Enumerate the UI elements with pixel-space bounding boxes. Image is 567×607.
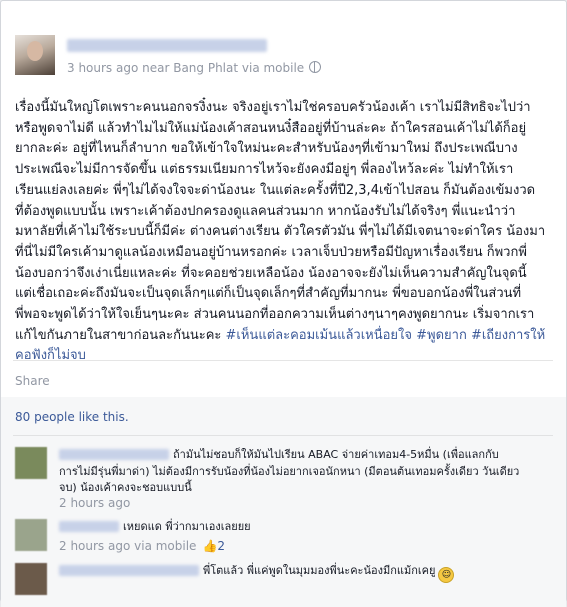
post-line-with-hashtags: แก้ไขกันภายในสาขาก่อนละกันนะคะ #เห็นแต่ล… [15, 326, 555, 347]
comment-body: พี่โตแล้ว พี่แค่พูดในมุมมองพี่นะคะน้องมี… [59, 563, 539, 583]
commenter-avatar[interactable] [15, 519, 47, 551]
post-line: ที่นี่ไม่มีใครเค้ามาดูแลน้องเหมือนอยู่บ้… [15, 244, 527, 260]
post-line: หรือพูดจาไม่ดี แล้วทำไมไม่ให้แม่น้องเค้า… [15, 120, 527, 136]
post-line: ประเพณีจะไม่มีการจัดขึ้น แต่ธรรมเนียมการ… [15, 162, 514, 178]
comment-timestamp[interactable]: 2 hours ago via mobile [59, 539, 196, 553]
post-meta: 3 hours ago near Bang Phlat via mobile [67, 61, 322, 75]
post-line: แก้ไขกันภายในสาขาก่อนละกันนะคะ [15, 327, 226, 343]
commenter-avatar[interactable] [15, 447, 47, 479]
commenter-name-blurred[interactable] [59, 449, 169, 460]
post-line: เรื่องนี้มันใหญ่โตเพราะคนนอกจรงิ๋งนะ จริ… [15, 100, 531, 115]
comment-line: ถ้ามันไม่ชอบก็ให้มันไปเรียน ABAC จ่ายค่า… [59, 447, 539, 464]
post-card: 3 hours ago near Bang Phlat via mobile เ… [0, 0, 567, 607]
author-avatar[interactable] [15, 35, 55, 75]
comment-text: ถ้ามันไม่ชอบก็ให้มันไปเรียน ABAC จ่ายค่า… [173, 448, 499, 461]
hashtag-links[interactable]: #เห็นแต่ละคอมเม้นแล้วเหนื่อยใจ #พูดยาก #… [226, 328, 546, 343]
thumbs-up-icon[interactable]: 👍 [202, 539, 217, 553]
ufi-section: 80 people like this. ถ้ามันไม่ชอบก็ให้มั… [1, 397, 566, 607]
commenter-avatar[interactable] [15, 563, 47, 595]
post-line: เรียนแย่ลงเลยค่ะ พี่ๆไม่ได้จงใจจะด่าน้อง… [15, 182, 536, 198]
comment-body: ถ้ามันไม่ชอบก็ให้มันไปเรียน ABAC จ่ายค่า… [59, 447, 539, 497]
comment-like-count[interactable]: 2 [217, 539, 225, 553]
author-name-blurred[interactable] [67, 39, 267, 52]
comment-meta[interactable]: 2 hours ago [59, 496, 130, 510]
divider [13, 435, 553, 436]
post-line: แต่เชื่อเถอะค่ะถึงมันจะเป็นจุดเล็กๆแต่ก็… [15, 286, 522, 302]
globe-icon[interactable] [309, 61, 322, 73]
post-line: มหาลัยที่เค้าไม่ใช้ระบบนี้ก็มีค่ะ ต่างคน… [15, 224, 546, 240]
post-line: พี่พอจะพูดได้ว่าให้ใจเย็นๆนะคะ ส่วนคนนอก… [15, 307, 535, 323]
post-line: น้องบอกว่าจึงเง่าเนี่ยแหละค่ะ ที่จะคอยช่… [15, 265, 527, 281]
smiley-icon: ☺ [438, 567, 455, 583]
divider [13, 360, 553, 361]
comment-text: เหยดแด พี่ว่ากมาเองเลยยย [123, 520, 251, 533]
likes-link[interactable]: 80 people like this. [15, 410, 129, 424]
comment-line: การไม่มีรุ่นพี่มาด่า) ไม่ต้องมีการรับน้อ… [59, 464, 520, 478]
comment-body: เหยดแด พี่ว่ากมาเองเลยยย [59, 519, 539, 536]
comment-line: จบ) น้องเค้าคงจะชอบแบบนี้ [59, 481, 192, 494]
share-button[interactable]: Share [15, 374, 50, 388]
commenter-name-blurred[interactable] [59, 521, 119, 532]
commenter-name-blurred[interactable] [59, 565, 199, 576]
comment-meta: 2 hours ago via mobile 👍2 [59, 539, 225, 553]
comment-text: พี่โตแล้ว พี่แค่พูดในมุมมองพี่นะคะน้องมี… [203, 564, 436, 577]
likes-count[interactable]: 80 people like this. [15, 410, 129, 424]
post-line: ที่ต้องพูดแบบนั้น เพราะเค้าต้องปกครองดูแ… [15, 203, 516, 219]
post-meta-text[interactable]: 3 hours ago near Bang Phlat via mobile [67, 61, 304, 75]
post-body: เรื่องนี้มันใหญ่โตเพราะคนนอกจรงิ๋งนะ จริ… [15, 98, 555, 367]
comment-line: เหยดแด พี่ว่ากมาเองเลยยย [59, 519, 539, 536]
post-line: ยากละค่ะ อยู่ที่ไหนก็ลำบาก ขอให้เข้าใจให… [15, 141, 518, 157]
hashtag-continuation[interactable]: คอฟังก็ไม่จบ [15, 346, 555, 367]
comment-line: พี่โตแล้ว พี่แค่พูดในมุมมองพี่นะคะน้องมี… [59, 563, 539, 583]
